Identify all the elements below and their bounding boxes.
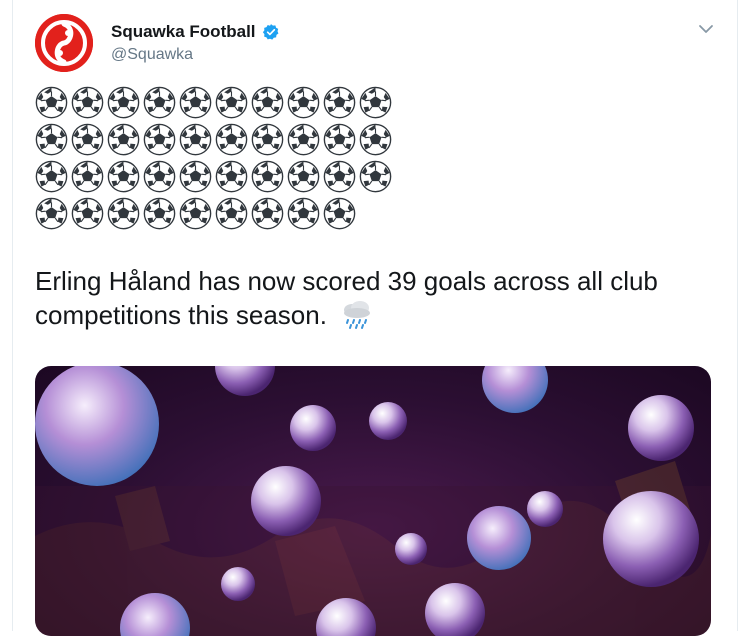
soccer-ball-icon [323,86,356,119]
soccer-balls-over-crowd-image [35,366,711,636]
soccer-ball-icon [35,123,68,156]
soccer-ball-icon [359,123,392,156]
soccer-ball-icon [251,86,284,119]
soccer-ball-icon [251,123,284,156]
soccer-ball-icon [71,86,104,119]
soccer-ball-icon [215,160,248,193]
author-name-row[interactable]: Squawka Football [111,22,280,42]
soccer-ball-icon [323,123,356,156]
soccer-ball-icon [143,86,176,119]
soccer-ball-icon [179,123,212,156]
soccer-ball-icon [323,160,356,193]
soccer-ball-icon [215,197,248,230]
tweet-text: Erling Håland has now scored 39 goals ac… [35,264,715,332]
soccer-ball-icon [251,160,284,193]
tweet-media-image[interactable] [35,366,711,636]
soccer-ball-icon [143,160,176,193]
chevron-down-icon[interactable] [697,20,715,38]
display-name[interactable]: Squawka Football [111,22,256,42]
soccer-ball-icon [287,197,320,230]
soccer-ball-icon [287,160,320,193]
soccer-ball-icon [359,86,392,119]
soccer-ball-icon [107,123,140,156]
soccer-ball-icon [359,160,392,193]
avatar[interactable] [35,14,93,72]
soccer-ball-icon [107,197,140,230]
soccer-ball-icon [215,86,248,119]
soccer-ball-icon [323,197,356,230]
handle[interactable]: @Squawka [111,46,193,64]
soccer-ball-icon [143,197,176,230]
soccer-ball-icon [287,86,320,119]
soccer-ball-icon [287,123,320,156]
soccer-ball-icon [71,123,104,156]
soccer-ball-icon [35,197,68,230]
soccer-ball-icon [35,86,68,119]
soccer-ball-icon [107,160,140,193]
soccer-ball-emoji-row [35,86,405,230]
soccer-ball-icon [179,197,212,230]
soccer-ball-icon [71,160,104,193]
tweet-card[interactable]: Squawka Football @Squawka Erling Håland … [12,0,738,631]
soccer-ball-icon [143,123,176,156]
cloud-with-rain-icon [340,300,374,330]
soccer-ball-icon [251,197,284,230]
soccer-ball-icon [179,86,212,119]
soccer-ball-icon [71,197,104,230]
soccer-ball-icon [35,160,68,193]
soccer-ball-icon [215,123,248,156]
soccer-ball-icon [107,86,140,119]
soccer-ball-icon [179,160,212,193]
squawka-logo-icon [35,14,93,72]
verified-badge-icon [262,23,280,41]
